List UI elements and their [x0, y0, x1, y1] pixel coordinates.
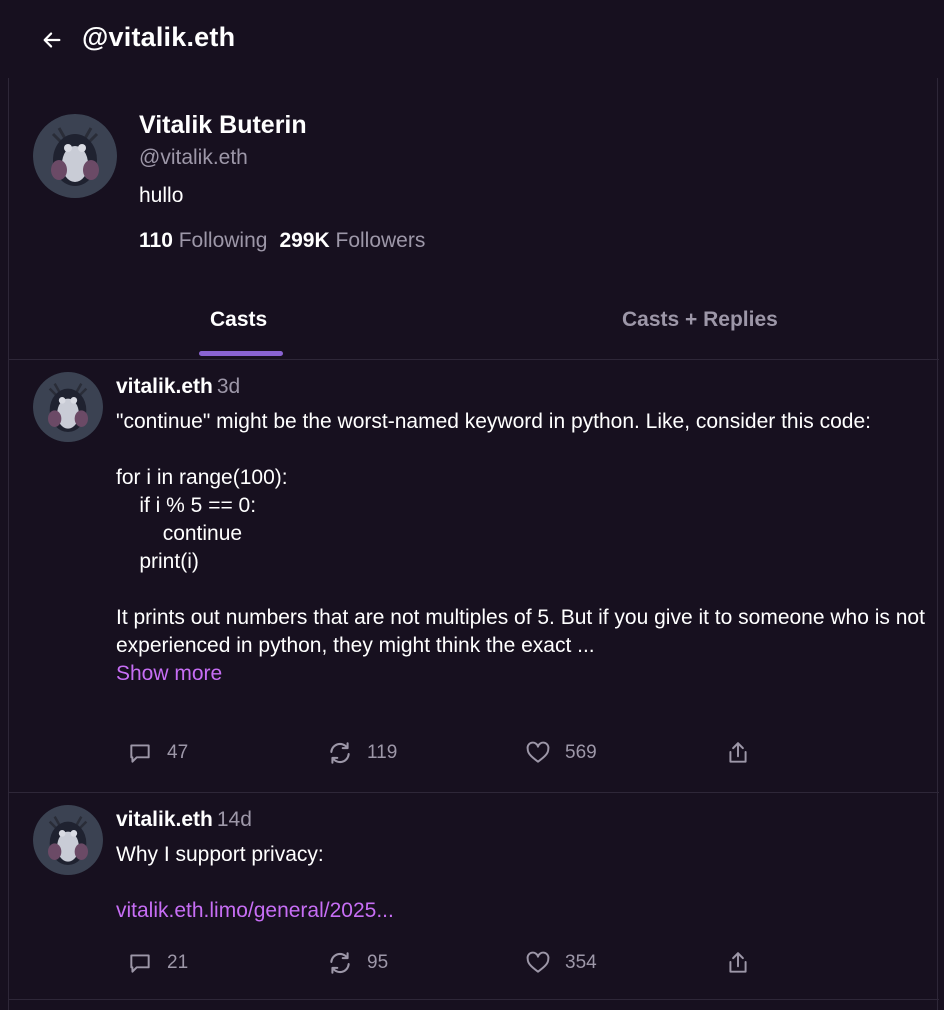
reply-count: 21 — [167, 952, 189, 973]
like-button[interactable]: 569 — [525, 738, 597, 768]
share-icon — [729, 952, 747, 973]
followers-count: 299K — [279, 229, 330, 252]
cast-item[interactable]: vitalik.eth 3d "continue" might be the wo… — [9, 360, 939, 793]
comment-icon — [130, 954, 150, 973]
reply-button[interactable]: 47 — [127, 738, 188, 768]
recast-icon — [330, 952, 350, 974]
following-link[interactable]: 110 Following — [139, 229, 267, 252]
reply-button[interactable]: 21 — [127, 948, 188, 978]
avatar-image — [33, 372, 103, 442]
page-title: @vitalik.eth — [82, 22, 236, 52]
cast-avatar[interactable] — [33, 805, 103, 875]
tab-casts[interactable]: Casts — [210, 308, 267, 332]
cast-author[interactable]: vitalik.eth — [116, 808, 213, 831]
following-label: Following — [178, 229, 268, 252]
reply-count: 47 — [167, 742, 189, 763]
followers-link[interactable]: 299K Followers — [279, 229, 425, 252]
comment-icon — [130, 744, 150, 763]
cast-header: vitalik.eth 14d — [116, 808, 252, 832]
recast-button[interactable]: 119 — [327, 738, 397, 768]
recast-count: 119 — [367, 742, 398, 763]
like-count: 569 — [565, 742, 597, 763]
profile-name: Vitalik Buterin — [139, 111, 307, 139]
recast-button[interactable]: 95 — [327, 948, 388, 978]
cast-body-text: Why I support privacy: — [116, 843, 324, 866]
top-bar: @vitalik.eth — [0, 0, 944, 78]
recast-icon — [330, 742, 350, 764]
profile-bio: hullo — [139, 184, 184, 207]
cast-timestamp: 3d — [216, 375, 241, 398]
cast-header: vitalik.eth 3d — [116, 375, 240, 399]
cast-timestamp: 14d — [216, 808, 252, 831]
share-button[interactable] — [725, 948, 751, 978]
cast-link[interactable]: vitalik.eth.limo/general/2025... — [116, 899, 394, 922]
followers-label: Followers — [335, 229, 426, 252]
back-button[interactable] — [38, 26, 66, 54]
cast-author[interactable]: vitalik.eth — [116, 375, 213, 398]
profile-tabs: Casts Casts + Replies — [9, 288, 939, 360]
profile-avatar[interactable] — [33, 114, 117, 198]
recast-count: 95 — [367, 952, 389, 973]
cast-text: Why I support privacy: vitalik.eth.limo/… — [116, 841, 926, 925]
following-count: 110 — [139, 229, 173, 252]
like-button[interactable]: 354 — [525, 948, 597, 978]
arrow-left-icon — [43, 32, 61, 48]
active-tab-indicator — [199, 351, 283, 356]
avatar-image — [33, 114, 117, 198]
cast-body-text: "continue" might be the worst-named keyw… — [116, 410, 925, 657]
heart-icon — [526, 951, 550, 973]
avatar-image — [33, 805, 103, 875]
cast-avatar[interactable] — [33, 372, 103, 442]
profile-handle: @vitalik.eth — [139, 146, 248, 169]
cast-text: "continue" might be the worst-named keyw… — [116, 408, 926, 688]
profile-stats: 110 Following 299K Followers — [139, 229, 425, 253]
like-count: 354 — [565, 952, 597, 973]
main-column: Vitalik Buterin @vitalik.eth hullo 110 F… — [8, 78, 939, 1010]
heart-icon — [526, 741, 550, 763]
cast-actions: 47 119 569 — [127, 738, 767, 768]
cast-actions: 21 95 354 — [127, 948, 767, 978]
show-more-link[interactable]: Show more — [116, 660, 222, 688]
tab-casts-replies[interactable]: Casts + Replies — [622, 308, 778, 332]
share-icon — [729, 742, 747, 763]
share-button[interactable] — [725, 738, 751, 768]
